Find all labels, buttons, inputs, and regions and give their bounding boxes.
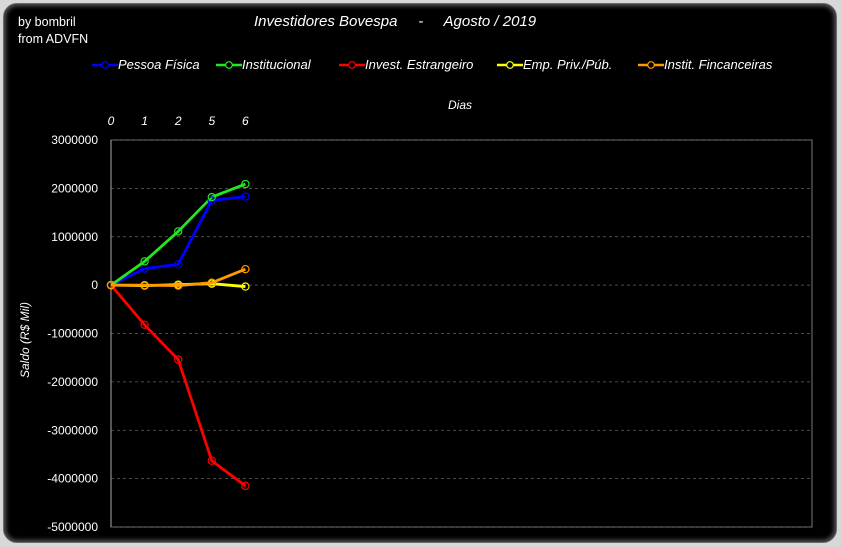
y-tick-label: -3000000: [47, 423, 98, 437]
x-tick-label: 2: [174, 114, 182, 128]
y-tick-label: -5000000: [47, 520, 98, 534]
x-tick-label: 1: [141, 114, 148, 128]
y-axis-title: Saldo (R$ Mil): [18, 302, 32, 378]
x-tick-label: 5: [208, 114, 215, 128]
x-tick-label: 6: [242, 114, 249, 128]
x-axis-title: Dias: [448, 98, 472, 112]
y-tick-label: 3000000: [51, 133, 98, 147]
y-tick-label: 0: [91, 278, 98, 292]
y-tick-label: 1000000: [51, 230, 98, 244]
series-line: [109, 284, 247, 488]
line-chart: 3000000 2000000 1000000 0 -1000000 -2000000 -3…: [18, 98, 813, 534]
y-tick-label: -2000000: [47, 375, 98, 389]
x-tick-label: 0: [108, 114, 115, 128]
y-tick-label: 2000000: [51, 181, 98, 195]
y-tick-label: -4000000: [47, 472, 98, 486]
y-tick-label: -1000000: [47, 327, 98, 341]
